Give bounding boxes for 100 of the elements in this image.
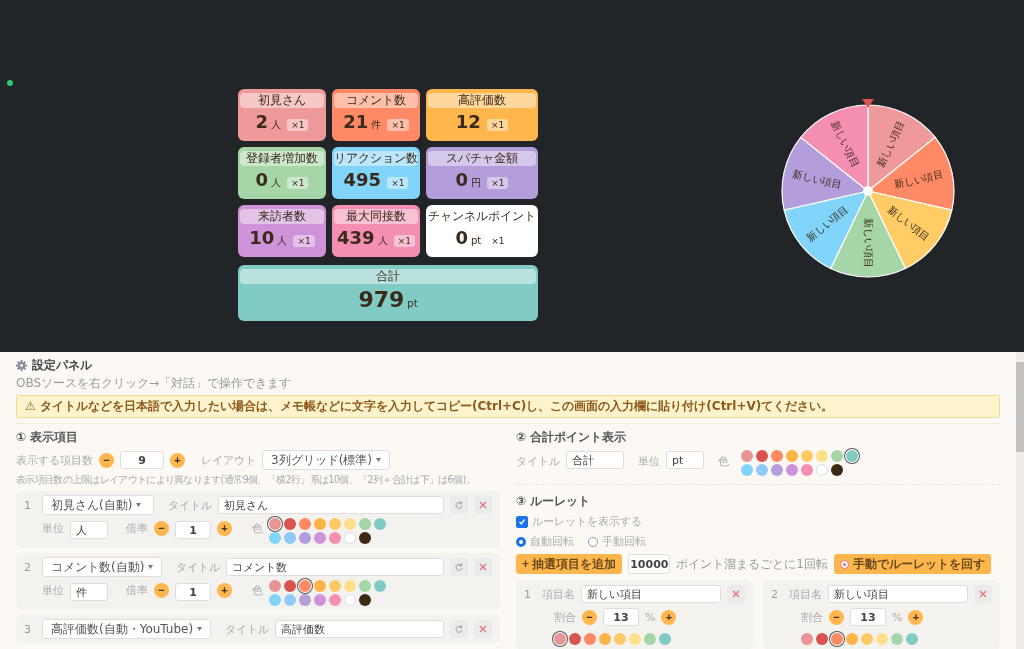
color-swatch[interactable]: [891, 633, 903, 645]
plus-button[interactable]: +: [217, 521, 232, 536]
layout-select[interactable]: 3列グリッド(標準): [262, 450, 390, 470]
plus-button[interactable]: +: [661, 609, 677, 625]
remove-button[interactable]: [474, 496, 492, 514]
color-swatch[interactable]: [554, 633, 566, 645]
name-field[interactable]: 新しい項目: [581, 585, 721, 603]
color-swatch[interactable]: [801, 464, 813, 476]
color-swatch[interactable]: [269, 532, 281, 544]
ratio-field[interactable]: 13: [603, 608, 639, 626]
reset-button[interactable]: [450, 496, 468, 514]
reset-button[interactable]: [450, 620, 468, 638]
radio-button[interactable]: [516, 536, 526, 547]
color-swatch[interactable]: [831, 464, 843, 476]
color-swatch[interactable]: [569, 633, 581, 645]
color-swatch[interactable]: [756, 464, 768, 476]
color-swatch[interactable]: [359, 532, 371, 544]
color-swatch[interactable]: [599, 633, 611, 645]
scrollbar[interactable]: [1016, 352, 1024, 649]
color-swatch[interactable]: [801, 633, 813, 645]
color-swatch[interactable]: [314, 532, 326, 544]
remove-button[interactable]: [474, 620, 492, 638]
spin-button[interactable]: 手動でルーレットを回す: [834, 554, 991, 574]
radio-button[interactable]: [588, 536, 598, 547]
color-swatch[interactable]: [329, 594, 341, 606]
color-swatch[interactable]: [344, 594, 356, 606]
color-swatch[interactable]: [344, 532, 356, 544]
color-swatch[interactable]: [786, 450, 798, 462]
color-swatch[interactable]: [329, 532, 341, 544]
source-select[interactable]: 初見さん(自動): [42, 495, 154, 515]
remove-button[interactable]: [474, 558, 492, 576]
title-field[interactable]: 合計: [566, 451, 624, 469]
color-swatch[interactable]: [816, 464, 828, 476]
color-swatch[interactable]: [786, 464, 798, 476]
color-swatch[interactable]: [614, 633, 626, 645]
unit-field[interactable]: 件: [70, 583, 108, 601]
color-swatch[interactable]: [269, 594, 281, 606]
color-swatch[interactable]: [269, 518, 281, 530]
color-swatch[interactable]: [299, 532, 311, 544]
color-swatch[interactable]: [299, 580, 311, 592]
title-field[interactable]: 高評価数: [275, 620, 444, 638]
minus-button[interactable]: −: [154, 583, 169, 598]
color-swatch[interactable]: [299, 518, 311, 530]
color-swatch[interactable]: [284, 532, 296, 544]
rate-field[interactable]: 1: [175, 583, 211, 601]
source-select[interactable]: 高評価数(自動・YouTube): [42, 619, 212, 639]
count-field[interactable]: 9: [120, 451, 164, 469]
source-select[interactable]: コメント数(自動): [42, 557, 163, 577]
color-swatch[interactable]: [659, 633, 671, 645]
color-swatch[interactable]: [831, 450, 843, 462]
title-field[interactable]: 初見さん: [218, 496, 444, 514]
plus-button[interactable]: +: [217, 583, 232, 598]
color-swatch[interactable]: [344, 518, 356, 530]
color-swatch[interactable]: [876, 633, 888, 645]
color-swatch[interactable]: [344, 580, 356, 592]
color-swatch[interactable]: [629, 633, 641, 645]
color-swatch[interactable]: [831, 633, 843, 645]
minus-button[interactable]: −: [829, 609, 844, 625]
points-field[interactable]: 10000: [628, 554, 671, 574]
rate-field[interactable]: 1: [175, 521, 211, 539]
add-item-button[interactable]: + 抽選項目を追加: [516, 554, 623, 574]
color-swatch[interactable]: [314, 580, 326, 592]
color-swatch[interactable]: [861, 633, 873, 645]
color-swatch[interactable]: [359, 580, 371, 592]
color-swatch[interactable]: [284, 580, 296, 592]
color-swatch[interactable]: [269, 580, 281, 592]
color-swatch[interactable]: [741, 464, 753, 476]
color-swatch[interactable]: [801, 450, 813, 462]
checkbox[interactable]: [516, 515, 528, 528]
color-swatch[interactable]: [584, 633, 596, 645]
name-field[interactable]: 新しい項目: [828, 585, 968, 603]
color-swatch[interactable]: [756, 450, 768, 462]
color-swatch[interactable]: [741, 450, 753, 462]
color-swatch[interactable]: [816, 633, 828, 645]
reset-button[interactable]: [450, 558, 468, 576]
color-swatch[interactable]: [846, 633, 858, 645]
color-swatch[interactable]: [359, 594, 371, 606]
color-swatch[interactable]: [846, 450, 858, 462]
remove-button[interactable]: [727, 585, 745, 603]
color-swatch[interactable]: [374, 580, 386, 592]
unit-field[interactable]: pt: [666, 451, 704, 469]
color-swatch[interactable]: [374, 518, 386, 530]
color-swatch[interactable]: [284, 594, 296, 606]
remove-button[interactable]: [974, 585, 992, 603]
color-swatch[interactable]: [299, 594, 311, 606]
plus-button[interactable]: +: [908, 609, 924, 625]
color-swatch[interactable]: [771, 450, 783, 462]
ratio-field[interactable]: 13: [850, 608, 886, 626]
minus-button[interactable]: −: [154, 521, 169, 536]
color-swatch[interactable]: [329, 518, 341, 530]
color-swatch[interactable]: [906, 633, 918, 645]
title-field[interactable]: コメント数: [226, 558, 444, 576]
unit-field[interactable]: 人: [70, 521, 108, 539]
color-swatch[interactable]: [359, 518, 371, 530]
minus-button[interactable]: −: [99, 452, 114, 468]
color-swatch[interactable]: [816, 450, 828, 462]
color-swatch[interactable]: [644, 633, 656, 645]
scroll-thumb[interactable]: [1016, 362, 1024, 452]
color-swatch[interactable]: [329, 580, 341, 592]
color-swatch[interactable]: [314, 594, 326, 606]
